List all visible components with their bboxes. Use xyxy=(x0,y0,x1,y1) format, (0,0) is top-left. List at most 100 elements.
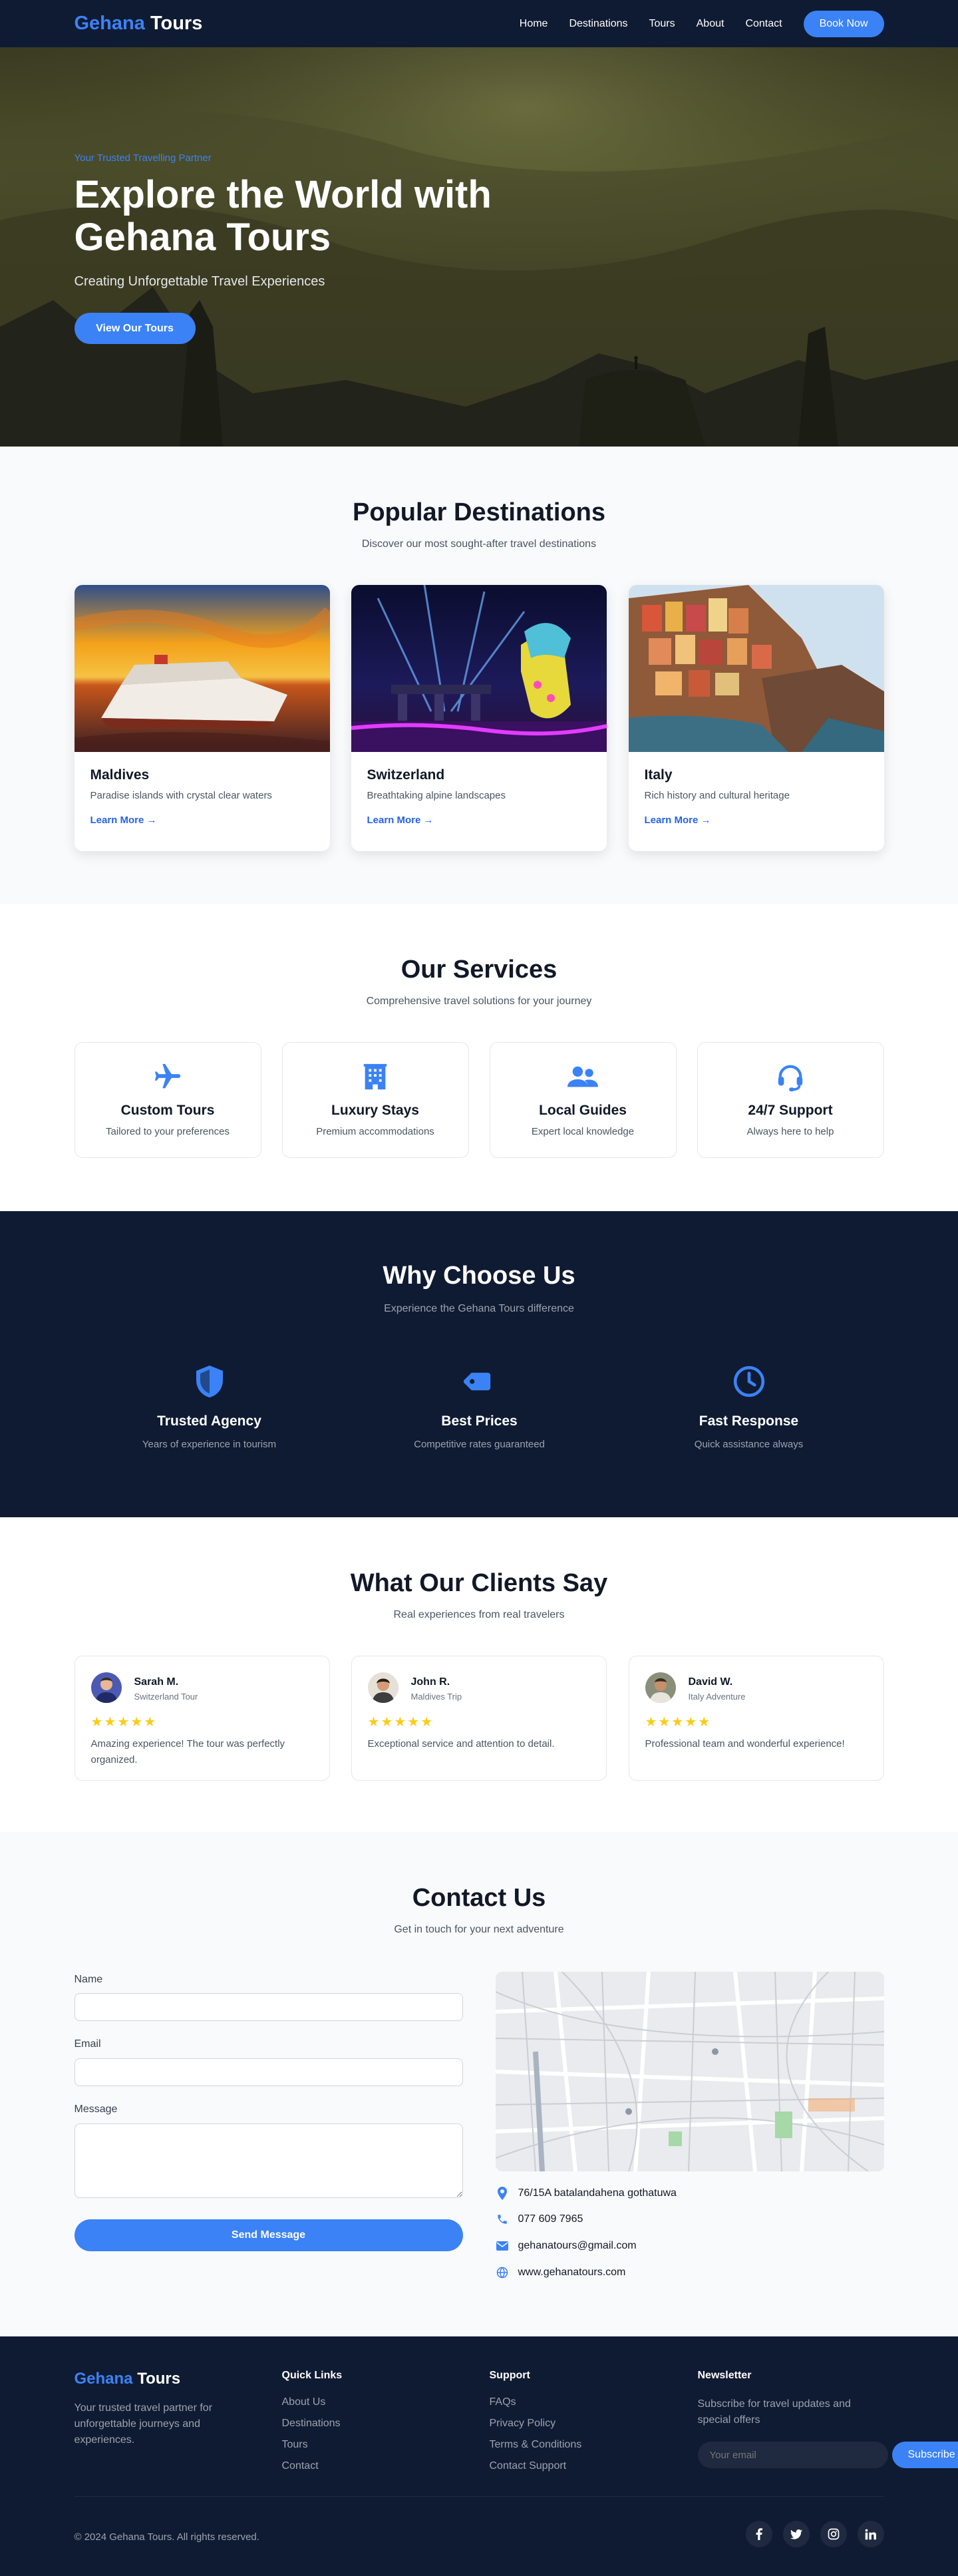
footer-link-faqs[interactable]: FAQs xyxy=(490,2396,582,2408)
support-title: Support xyxy=(489,2370,530,2381)
testimonials-title: What Our Clients Say xyxy=(350,1569,608,1597)
contact-phone: 077 609 7965 xyxy=(496,2213,583,2225)
why-title: Why Choose Us xyxy=(383,1262,575,1290)
footer-description: Your trusted travel partner for unforget… xyxy=(74,2402,213,2446)
footer-brand: Gehana Tours Your trusted travel partner… xyxy=(75,2370,247,2448)
client-name: David W. xyxy=(688,1676,733,1688)
testimonial-quote: Professional team and wonderful experien… xyxy=(645,1738,845,1749)
website-text[interactable]: www.gehanatours.com xyxy=(518,2267,626,2279)
testimonials-section: What Our Clients Say Real experiences fr… xyxy=(0,1517,958,1832)
hero-eyebrow: Your Trusted Travelling Partner xyxy=(74,152,212,164)
service-card-support[interactable]: 24/7 Support Always here to help xyxy=(697,1042,884,1158)
why-item-desc: Years of experience in tourism xyxy=(142,1439,277,1450)
service-card-custom-tours[interactable]: Custom Tours Tailored to your preference… xyxy=(74,1042,261,1158)
nav-link-contact[interactable]: Contact xyxy=(745,18,782,30)
footer-link-contact[interactable]: Contact xyxy=(282,2460,343,2472)
name-input[interactable] xyxy=(74,1993,463,2021)
nav-link-destinations[interactable]: Destinations xyxy=(569,18,627,30)
twitter-icon[interactable] xyxy=(782,2521,810,2547)
copyright-text: © 2024 Gehana Tours. All rights reserved… xyxy=(74,2531,259,2543)
top-navbar: Gehana Tours Home Destinations Tours Abo… xyxy=(0,0,958,47)
maldives-image xyxy=(74,585,330,752)
clock-icon xyxy=(614,1364,884,1401)
testimonials-subtitle: Real experiences from real travelers xyxy=(393,1609,565,1620)
destinations-title: Popular Destinations xyxy=(352,498,606,526)
contact-website: www.gehanatours.com xyxy=(496,2267,626,2279)
nav-link-about[interactable]: About xyxy=(697,18,724,30)
footer-quick-links: Quick Links About Us Destinations Tours … xyxy=(282,2370,343,2482)
globe-icon xyxy=(496,2267,509,2279)
why-choose-us-section: Why Choose Us Experience the Gehana Tour… xyxy=(0,1211,958,1517)
service-name: Luxury Stays xyxy=(331,1103,419,1118)
avatar xyxy=(367,1672,399,1703)
client-trip: Maldives Trip xyxy=(410,1692,462,1702)
service-card-luxury-stays[interactable]: Luxury Stays Premium accommodations xyxy=(281,1042,469,1158)
email-label: Email xyxy=(74,2038,101,2050)
contact-subtitle: Get in touch for your next adventure xyxy=(394,1924,564,1935)
footer-logo[interactable]: Gehana Tours xyxy=(75,2370,247,2388)
footer-link-terms[interactable]: Terms & Conditions xyxy=(490,2439,582,2451)
footer-link-privacy[interactable]: Privacy Policy xyxy=(490,2418,582,2430)
quick-links-title: Quick Links xyxy=(281,2370,343,2381)
contact-title: Contact Us xyxy=(412,1884,546,1912)
location-map[interactable] xyxy=(495,1972,884,2171)
why-item-desc: Quick assistance always xyxy=(694,1439,804,1450)
footer-link-destinations[interactable]: Destinations xyxy=(282,2418,343,2430)
destination-desc: Breathtaking alpine landscapes xyxy=(367,790,506,801)
service-card-local-guides[interactable]: Local Guides Expert local knowledge xyxy=(489,1042,677,1158)
footer-link-about[interactable]: About Us xyxy=(282,2396,343,2408)
email-text[interactable]: gehanatours@gmail.com xyxy=(518,2240,637,2252)
send-message-button[interactable]: Send Message xyxy=(74,2219,463,2251)
why-item-prices: Best Prices Competitive rates guaranteed xyxy=(345,1364,615,1450)
phone-icon xyxy=(496,2213,509,2225)
destination-card-italy[interactable]: Italy Rich history and cultural heritage… xyxy=(628,585,884,851)
name-label: Name xyxy=(74,1974,103,1985)
newsletter-email-input[interactable] xyxy=(697,2442,888,2468)
rating-stars: ★★★★★ xyxy=(367,1715,434,1730)
hero-title-line2: Gehana Tours xyxy=(74,216,331,259)
book-now-button[interactable]: Book Now xyxy=(803,10,884,37)
destination-card-switzerland[interactable]: Switzerland Breathtaking alpine landscap… xyxy=(351,585,607,851)
learn-more-link[interactable]: Learn More → xyxy=(645,815,711,826)
social-links xyxy=(745,2521,884,2547)
envelope-icon xyxy=(496,2241,509,2251)
contact-email: gehanatours@gmail.com xyxy=(496,2240,637,2252)
destinations-subtitle: Discover our most sought-after travel de… xyxy=(361,538,597,550)
tag-icon xyxy=(345,1364,615,1401)
avatar xyxy=(90,1672,122,1703)
address-text: 76/15A batalandahena gothatuwa xyxy=(518,2187,677,2199)
instagram-icon[interactable] xyxy=(820,2521,847,2547)
users-icon xyxy=(490,1061,676,1092)
why-item-desc: Competitive rates guaranteed xyxy=(414,1439,545,1450)
testimonial-quote: Amazing experience! The tour was perfect… xyxy=(90,1738,285,1765)
why-item-trusted: Trusted Agency Years of experience in to… xyxy=(75,1364,345,1450)
nav-link-tours[interactable]: Tours xyxy=(649,18,675,30)
shield-icon xyxy=(75,1364,345,1401)
client-name: Sarah M. xyxy=(134,1676,179,1688)
services-subtitle: Comprehensive travel solutions for your … xyxy=(366,996,592,1007)
services-section: Our Services Comprehensive travel soluti… xyxy=(0,904,958,1211)
switzerland-image xyxy=(351,585,607,752)
destination-card-maldives[interactable]: Maldives Paradise islands with crystal c… xyxy=(74,585,330,851)
testimonial-card: David W. Italy Adventure ★★★★★ Professio… xyxy=(628,1656,884,1781)
subscribe-button[interactable]: Subscribe xyxy=(891,2442,958,2468)
footer: Gehana Tours Your trusted travel partner… xyxy=(0,2336,958,2576)
footer-link-contact-support[interactable]: Contact Support xyxy=(490,2460,582,2472)
message-textarea[interactable] xyxy=(74,2123,463,2198)
view-tours-button[interactable]: View Our Tours xyxy=(74,313,196,344)
footer-logo-primary: Gehana xyxy=(74,2370,133,2388)
facebook-icon[interactable] xyxy=(745,2521,772,2547)
learn-more-link[interactable]: Learn More → xyxy=(90,815,157,826)
destination-desc: Rich history and cultural heritage xyxy=(644,790,790,801)
client-trip: Italy Adventure xyxy=(688,1692,746,1702)
why-item-response: Fast Response Quick assistance always xyxy=(614,1364,884,1450)
logo[interactable]: Gehana Tours xyxy=(75,13,203,35)
footer-link-tours[interactable]: Tours xyxy=(282,2439,343,2451)
learn-more-link[interactable]: Learn More → xyxy=(367,815,434,826)
rating-stars: ★★★★★ xyxy=(645,1715,712,1730)
email-input[interactable] xyxy=(74,2058,463,2086)
linkedin-icon[interactable] xyxy=(857,2521,884,2547)
service-desc: Always here to help xyxy=(746,1126,834,1137)
phone-text[interactable]: 077 609 7965 xyxy=(518,2213,583,2225)
nav-link-home[interactable]: Home xyxy=(520,18,548,30)
